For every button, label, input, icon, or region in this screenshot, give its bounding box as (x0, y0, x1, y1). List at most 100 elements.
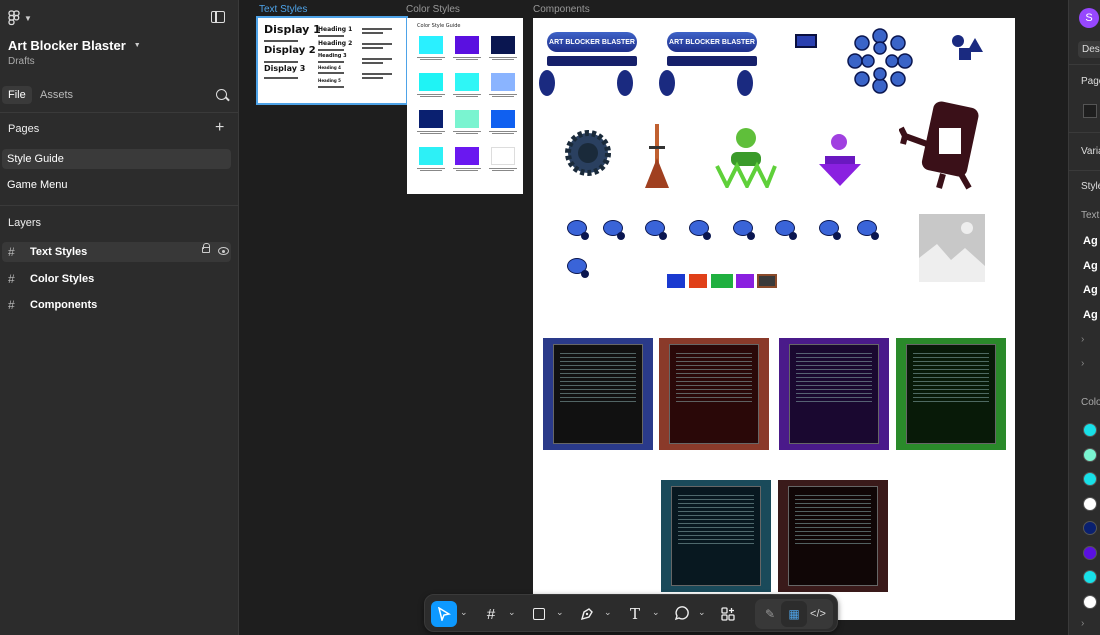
components-frame[interactable]: ART BLOCKER BLASTER ART BLOCKER BLASTER (533, 18, 1015, 620)
color-style-swatch[interactable] (1083, 545, 1097, 560)
color-swatch[interactable] (419, 36, 443, 54)
small-green-icon[interactable] (711, 274, 733, 288)
project-title[interactable]: Art Blocker Blaster ▼ (8, 38, 141, 53)
layer-components[interactable]: # Components (2, 295, 231, 315)
page-item-game-menu[interactable]: Game Menu (2, 175, 231, 195)
color-swatch[interactable] (491, 73, 515, 91)
color-style-swatch[interactable] (1083, 423, 1097, 437)
move-tool-button[interactable] (431, 601, 457, 627)
speech-bubble-button[interactable] (775, 220, 797, 240)
color-swatch[interactable] (491, 110, 515, 128)
chevron-down-icon[interactable]: ⌄ (508, 607, 516, 618)
color-style-swatch[interactable] (1083, 594, 1097, 609)
chevron-right-icon[interactable]: › (1081, 334, 1084, 345)
chevron-down-icon[interactable]: ⌄ (652, 607, 660, 618)
monster-icon[interactable] (899, 100, 991, 190)
text-style-sample[interactable]: Ag (1083, 260, 1098, 272)
draw-mode-button[interactable]: ✎ (757, 601, 783, 627)
text-style-sample[interactable]: Ag (1083, 309, 1098, 321)
text-tool-button[interactable]: T (622, 601, 648, 627)
avatar[interactable]: S (1079, 8, 1099, 28)
chevron-down-icon[interactable]: ⌄ (460, 607, 468, 618)
speech-bubble-button[interactable] (567, 258, 589, 278)
main-menu-button[interactable]: ▼ (8, 10, 32, 26)
info-card-teal[interactable] (661, 480, 771, 592)
page-item-style-guide[interactable]: Style Guide (2, 149, 231, 169)
speech-bubble-button[interactable] (645, 220, 667, 240)
info-card-purple[interactable] (779, 338, 889, 450)
color-swatch[interactable] (455, 36, 479, 54)
guitar-icon[interactable] (643, 122, 671, 192)
shapes-icon[interactable] (951, 34, 985, 62)
design-mode-button[interactable]: ▦ (781, 601, 807, 627)
frame-icon: # (8, 298, 15, 312)
speech-bubble-button[interactable] (733, 220, 755, 240)
color-swatch[interactable] (455, 110, 479, 128)
page-color-swatch[interactable] (1083, 104, 1097, 118)
info-card-red[interactable] (659, 338, 769, 450)
lock-icon[interactable] (202, 243, 210, 253)
tab-assets[interactable]: Assets (34, 86, 79, 104)
chevron-down-icon[interactable]: ⌄ (556, 607, 564, 618)
add-page-icon[interactable]: + (215, 120, 224, 136)
canvas[interactable]: Text Styles Color Styles Components Disp… (240, 0, 1068, 635)
color-swatch[interactable] (455, 147, 479, 165)
text-style-sample[interactable]: Ag (1083, 284, 1098, 296)
color-style-swatch[interactable] (1083, 496, 1097, 511)
speech-bubble-button[interactable] (857, 220, 879, 240)
text-styles-frame[interactable]: Display 1 Display 2 Display 3 Heading 1 … (256, 16, 408, 105)
game-logo-component[interactable]: ART BLOCKER BLASTER (537, 30, 637, 100)
speech-bubble-button[interactable] (603, 220, 625, 240)
drummer-icon[interactable] (713, 122, 779, 188)
dev-mode-button[interactable]: </> (805, 601, 831, 627)
sidebar-toggle-icon[interactable] (211, 11, 225, 23)
chevron-right-icon[interactable]: › (1081, 358, 1084, 369)
chevron-down-icon[interactable]: ⌄ (698, 607, 706, 618)
project-location[interactable]: Drafts (8, 56, 35, 67)
gear-icon[interactable] (563, 128, 613, 178)
info-card-green[interactable] (896, 338, 1006, 450)
tab-design[interactable]: Desi (1078, 41, 1100, 58)
keyboard-icon[interactable] (795, 34, 817, 48)
color-swatch[interactable] (491, 36, 515, 54)
color-swatch[interactable] (491, 147, 515, 165)
layer-color-styles[interactable]: # Color Styles (2, 269, 231, 289)
color-styles-frame[interactable]: Color Style Guide (407, 18, 523, 194)
info-card-dark[interactable] (778, 480, 888, 592)
frame-label-components[interactable]: Components (533, 4, 590, 15)
image-placeholder[interactable] (919, 214, 985, 282)
search-icon[interactable] (216, 89, 227, 100)
frame-tool-button[interactable]: # (478, 601, 504, 627)
color-swatch[interactable] (419, 147, 443, 165)
chevron-down-icon[interactable]: ⌄ (604, 607, 612, 618)
color-style-swatch[interactable] (1083, 570, 1097, 584)
text-style-sample[interactable]: Ag (1083, 235, 1098, 247)
small-blue-icon[interactable] (667, 274, 685, 288)
eye-icon[interactable] (218, 247, 229, 255)
small-red-icon[interactable] (689, 274, 707, 288)
color-style-swatch[interactable] (1083, 521, 1097, 535)
comment-tool-button[interactable] (668, 601, 694, 627)
color-swatch[interactable] (419, 73, 443, 91)
dj-icon[interactable] (817, 126, 863, 186)
color-style-swatch[interactable] (1083, 472, 1097, 486)
game-logo-component[interactable]: ART BLOCKER BLASTER (657, 30, 757, 100)
shape-tool-button[interactable] (526, 601, 552, 627)
color-swatch[interactable] (455, 73, 479, 91)
flower-pattern-icon[interactable] (847, 28, 913, 94)
tab-file[interactable]: File (2, 86, 32, 104)
info-card-blue[interactable] (543, 338, 653, 450)
frame-label-text-styles[interactable]: Text Styles (259, 4, 307, 15)
small-purple-icon[interactable] (736, 274, 754, 288)
color-style-swatch[interactable] (1083, 447, 1097, 462)
small-gray-icon[interactable] (757, 274, 777, 288)
speech-bubble-button[interactable] (819, 220, 841, 240)
color-swatch[interactable] (419, 110, 443, 128)
chevron-right-icon[interactable]: › (1081, 618, 1084, 629)
layer-text-styles[interactable]: # Text Styles (2, 242, 231, 262)
pen-tool-button[interactable] (574, 601, 600, 627)
actions-button[interactable] (715, 601, 741, 627)
frame-label-color-styles[interactable]: Color Styles (406, 4, 460, 15)
speech-bubble-button[interactable] (567, 220, 589, 240)
speech-bubble-button[interactable] (689, 220, 711, 240)
